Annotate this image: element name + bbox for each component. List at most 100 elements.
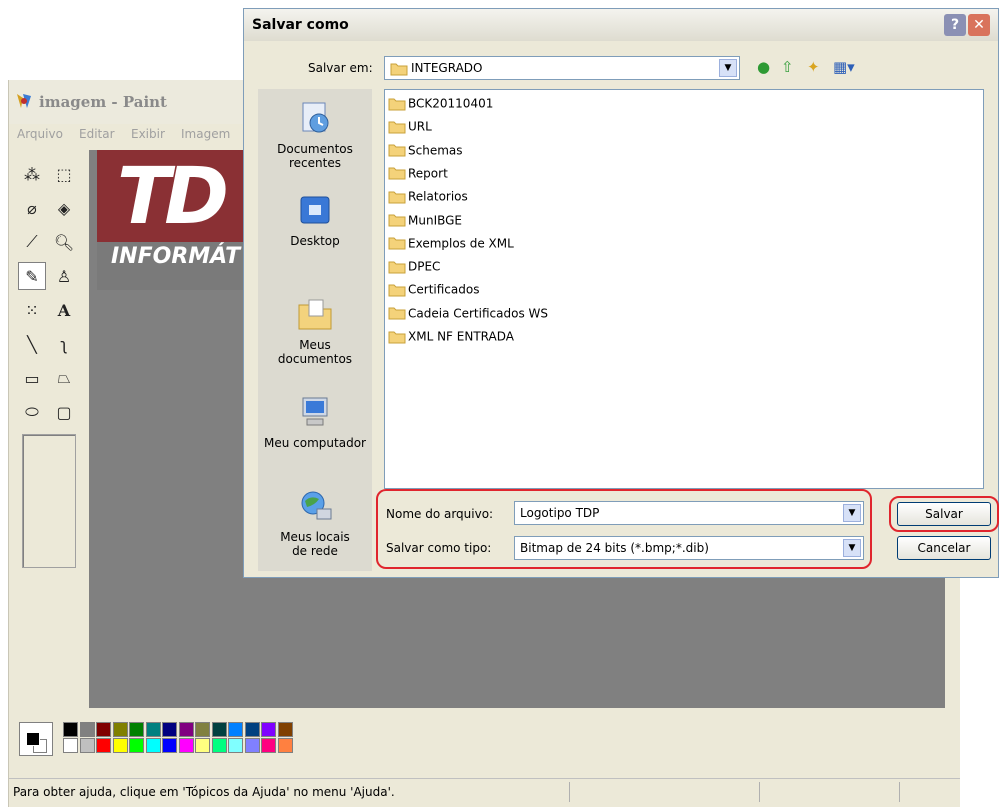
dialog-title-bar: Salvar como ? ✕: [244, 9, 998, 41]
palette-swatch[interactable]: [178, 722, 194, 737]
close-button[interactable]: ✕: [968, 14, 990, 36]
chevron-down-icon[interactable]: ▼: [843, 504, 861, 522]
tool-options-box[interactable]: [22, 434, 76, 568]
save-in-label: Salvar em:: [308, 61, 373, 75]
palette-swatch[interactable]: [112, 738, 128, 753]
palette-swatch[interactable]: [195, 722, 210, 737]
palette-swatch[interactable]: [178, 738, 194, 753]
folder-list-item[interactable]: Exemplos de XML: [388, 236, 514, 254]
filename-field[interactable]: Logotipo TDP ▼: [514, 501, 864, 525]
palette-swatch[interactable]: [228, 738, 243, 753]
rect-select-icon[interactable]: ⬚: [50, 160, 78, 188]
menu-editar[interactable]: Editar: [79, 127, 115, 141]
folder-icon: [388, 214, 406, 227]
color-palette: [17, 716, 377, 760]
place-label: Documentos recentes: [277, 142, 353, 170]
rectangle-icon[interactable]: ▭: [18, 364, 46, 392]
palette-swatch[interactable]: [96, 722, 111, 737]
folder-list-item[interactable]: Report: [388, 166, 448, 184]
folder-list-item[interactable]: MunIBGE: [388, 213, 462, 231]
view-menu-icon[interactable]: ▦▾: [833, 58, 855, 76]
filename-label: Nome do arquivo:: [386, 507, 494, 521]
palette-swatch[interactable]: [162, 738, 177, 753]
palette-swatch[interactable]: [96, 738, 111, 753]
folder-name: Report: [408, 166, 448, 181]
palette-swatch[interactable]: [261, 738, 276, 753]
save-in-dropdown[interactable]: INTEGRADO ▼: [384, 56, 740, 80]
line-icon[interactable]: ╲: [18, 330, 46, 358]
back-icon[interactable]: ●: [757, 58, 770, 76]
foreground-color: [26, 732, 40, 746]
magnifier-icon[interactable]: 🔍︎: [50, 228, 78, 256]
place-network[interactable]: Meus locais de rede: [258, 489, 372, 558]
folder-icon: [388, 307, 406, 320]
eraser-icon[interactable]: ⌀: [18, 194, 46, 222]
help-button[interactable]: ?: [944, 14, 966, 36]
palette-swatch[interactable]: [162, 722, 177, 737]
palette-swatch[interactable]: [79, 722, 95, 737]
folder-list-item[interactable]: DPEC: [388, 259, 440, 277]
palette-swatch[interactable]: [261, 722, 276, 737]
save-button[interactable]: Salvar: [897, 502, 991, 526]
ellipse-icon[interactable]: ⬭: [18, 398, 46, 426]
color-picker-icon[interactable]: ⟋: [18, 228, 46, 256]
chevron-down-icon[interactable]: ▼: [843, 539, 861, 557]
airbrush-icon[interactable]: ⁙: [18, 296, 46, 324]
folder-list-item[interactable]: Certificados: [388, 282, 479, 300]
palette-swatch[interactable]: [195, 738, 210, 753]
place-my-documents[interactable]: Meus documentos: [258, 297, 372, 366]
folder-name: Certificados: [408, 282, 480, 297]
palette-swatch[interactable]: [244, 738, 260, 753]
palette-swatch[interactable]: [79, 738, 95, 753]
places-bar: Documentos recentes Desktop Meus documen…: [258, 89, 372, 571]
text-tool-icon[interactable]: A: [50, 296, 78, 324]
menu-imagem[interactable]: Imagem: [181, 127, 230, 141]
chevron-down-icon[interactable]: ▼: [719, 59, 737, 77]
folder-list-item[interactable]: XML NF ENTRADA: [388, 329, 514, 347]
palette-swatch[interactable]: [228, 722, 243, 737]
place-desktop[interactable]: Desktop: [258, 193, 372, 248]
palette-swatch[interactable]: [145, 722, 161, 737]
fill-bucket-icon[interactable]: ◈: [50, 194, 78, 222]
save-as-dialog: Salvar como ? ✕ Salvar em: INTEGRADO ▼ ●…: [243, 8, 999, 578]
folder-name: Cadeia Certificados WS: [408, 306, 548, 321]
folder-list-item[interactable]: URL: [388, 119, 432, 137]
menu-arquivo[interactable]: Arquivo: [17, 127, 63, 141]
palette-swatch[interactable]: [277, 722, 293, 737]
filetype-select[interactable]: Bitmap de 24 bits (*.bmp;*.dib) ▼: [514, 536, 864, 560]
folder-icon: [388, 191, 406, 204]
dialog-title: Salvar como: [252, 17, 349, 33]
rounded-rect-icon[interactable]: ▢: [50, 398, 78, 426]
network-places-icon: [301, 491, 332, 520]
up-folder-icon[interactable]: ⇧: [781, 58, 794, 76]
folder-list-item[interactable]: Schemas: [388, 143, 463, 161]
palette-swatch[interactable]: [211, 722, 227, 737]
palette-swatch[interactable]: [277, 738, 293, 753]
current-colors[interactable]: [19, 722, 53, 756]
place-recent-documents[interactable]: Documentos recentes: [258, 101, 372, 170]
polygon-icon[interactable]: ⏢: [50, 364, 78, 392]
palette-swatch[interactable]: [129, 722, 144, 737]
pencil-icon[interactable]: ✎: [18, 262, 46, 290]
menu-exibir[interactable]: Exibir: [131, 127, 165, 141]
palette-swatch[interactable]: [211, 738, 227, 753]
palette-swatch[interactable]: [244, 722, 260, 737]
canvas-image[interactable]: TD INFORMÁT: [97, 150, 243, 290]
palette-swatch[interactable]: [63, 722, 78, 737]
free-select-icon[interactable]: ⁂: [18, 160, 46, 188]
palette-swatch[interactable]: [145, 738, 161, 753]
curve-icon[interactable]: ʅ: [50, 330, 78, 358]
place-my-computer[interactable]: Meu computador: [258, 395, 372, 450]
cancel-button[interactable]: Cancelar: [897, 536, 991, 560]
file-list[interactable]: BCK20110401 URL Schemas Report Relatorios Mun…: [384, 89, 984, 489]
palette-swatch[interactable]: [129, 738, 144, 753]
folder-icon: [388, 144, 406, 157]
palette-swatch[interactable]: [112, 722, 128, 737]
folder-list-item[interactable]: BCK20110401: [388, 96, 493, 114]
palette-swatch[interactable]: [63, 738, 78, 753]
folder-list-item[interactable]: Relatorios: [388, 189, 468, 207]
brush-icon[interactable]: ♙: [50, 262, 78, 290]
status-separator: [899, 782, 900, 802]
folder-list-item[interactable]: Cadeia Certificados WS: [388, 306, 548, 324]
new-folder-icon[interactable]: ✦: [807, 58, 820, 76]
